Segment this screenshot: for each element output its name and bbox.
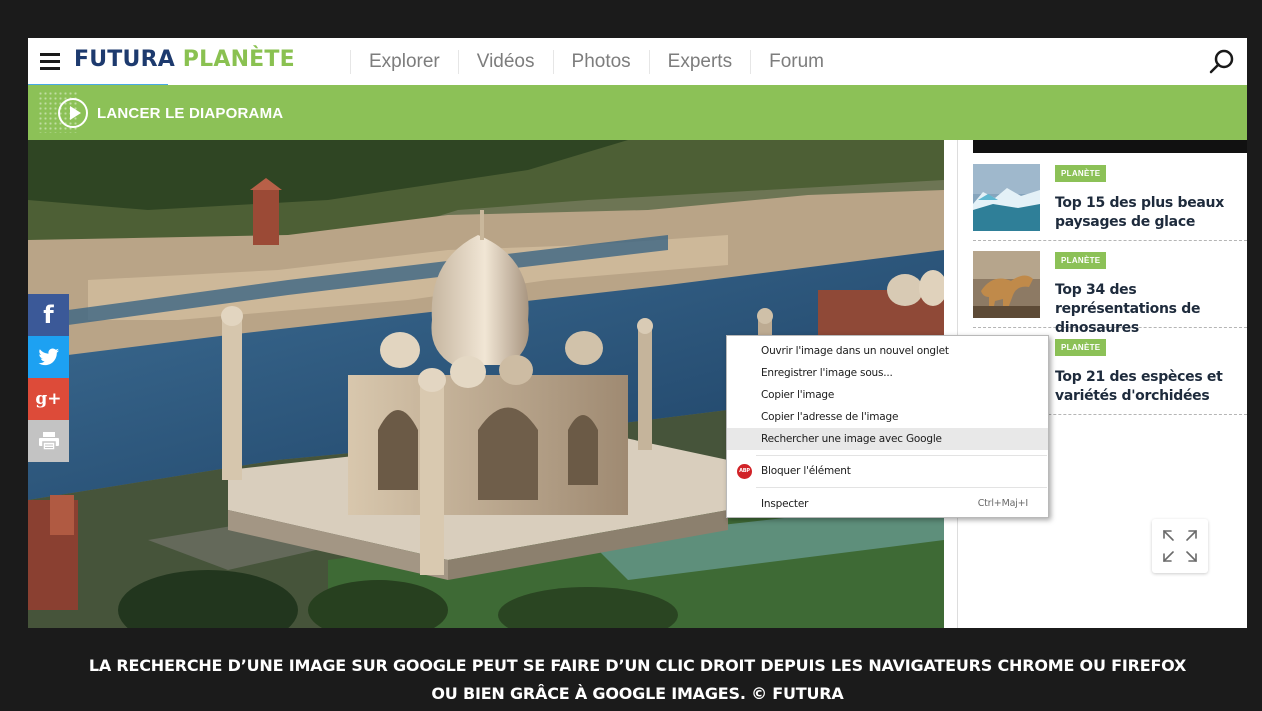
adblock-icon: ABP	[737, 464, 752, 479]
facebook-share-button[interactable]: f	[28, 294, 69, 336]
ctx-save-image-as[interactable]: Enregistrer l'image sous...	[727, 362, 1048, 384]
ctx-copy-image-address[interactable]: Copier l'adresse de l'image	[727, 406, 1048, 428]
article-thumbnail-dinosaur	[973, 251, 1040, 318]
photo-caption: LA RECHERCHE D’UNE IMAGE SUR GOOGLE PEUT…	[28, 652, 1247, 708]
article-tag: PLANÈTE	[1055, 252, 1107, 269]
ctx-inspect-shortcut: Ctrl+Maj+I	[977, 498, 1028, 509]
site-logo[interactable]: FUTURA PLANÈTE	[74, 47, 295, 72]
ctx-separator	[756, 455, 1047, 456]
slideshow-bar: LANCER LE DIAPORAMA	[28, 85, 1247, 140]
fullscreen-expand-button[interactable]	[1152, 519, 1208, 573]
ctx-block-element[interactable]: ABP Bloquer l'élément	[727, 460, 1048, 482]
nav-forum[interactable]: Forum	[750, 49, 842, 74]
article-tag: PLANÈTE	[1055, 339, 1107, 356]
logo-futura: FUTURA	[74, 47, 175, 72]
nav-videos[interactable]: Vidéos	[457, 49, 553, 74]
ctx-inspect-label: Inspecter	[761, 498, 809, 510]
nav-photos[interactable]: Photos	[552, 49, 649, 74]
nav-explorer[interactable]: Explorer	[350, 49, 458, 74]
ctx-inspect[interactable]: Inspecter Ctrl+Maj+I	[727, 493, 1048, 515]
sidebar-top-strip	[973, 140, 1247, 153]
article-title: Top 21 des espèces et variétés d'orchidé…	[1055, 369, 1223, 404]
expand-arrows-icon	[1163, 530, 1197, 562]
page-frame: FUTURA PLANÈTE Explorer Vidéos Photos Ex…	[0, 0, 1262, 711]
main-menu: Explorer Vidéos Photos Experts Forum	[350, 38, 842, 85]
search-icon[interactable]	[1207, 47, 1237, 77]
ctx-open-image-new-tab[interactable]: Ouvrir l'image dans un nouvel onglet	[727, 340, 1048, 362]
related-article[interactable]: PLANÈTE Top 34 des représentations de di…	[973, 241, 1247, 336]
hamburger-menu-icon[interactable]	[40, 52, 60, 70]
facebook-icon: f	[43, 301, 54, 329]
play-circle-icon	[58, 98, 88, 128]
article-tag: PLANÈTE	[1055, 165, 1107, 182]
share-bar: f g+	[28, 294, 69, 462]
browser-context-menu: Ouvrir l'image dans un nouvel onglet Enr…	[726, 335, 1049, 518]
google-plus-icon: g+	[35, 389, 62, 409]
logo-planete: PLANÈTE	[182, 47, 295, 72]
print-button[interactable]	[28, 420, 69, 462]
ctx-search-image-google[interactable]: Rechercher une image avec Google	[727, 428, 1048, 450]
ctx-block-element-label: Bloquer l'élément	[761, 465, 851, 477]
twitter-share-button[interactable]	[28, 336, 69, 378]
ctx-copy-image[interactable]: Copier l'image	[727, 384, 1048, 406]
printer-icon	[38, 432, 59, 451]
google-plus-share-button[interactable]: g+	[28, 378, 69, 420]
launch-slideshow-button[interactable]: LANCER LE DIAPORAMA	[58, 96, 283, 130]
article-title: Top 15 des plus beaux paysages de glace	[1055, 195, 1224, 230]
ctx-separator	[756, 487, 1047, 488]
twitter-icon	[38, 348, 59, 366]
top-navigation: FUTURA PLANÈTE Explorer Vidéos Photos Ex…	[28, 38, 1247, 85]
article-thumbnail-ice	[973, 164, 1040, 231]
related-article[interactable]: PLANÈTE Top 15 des plus beaux paysages d…	[973, 154, 1247, 241]
nav-experts[interactable]: Experts	[648, 49, 750, 74]
slideshow-label: LANCER LE DIAPORAMA	[97, 104, 284, 122]
caption-line-2: OU BIEN GRÂCE À GOOGLE IMAGES. © FUTURA	[431, 684, 844, 703]
caption-line-1: LA RECHERCHE D’UNE IMAGE SUR GOOGLE PEUT…	[88, 656, 1187, 675]
